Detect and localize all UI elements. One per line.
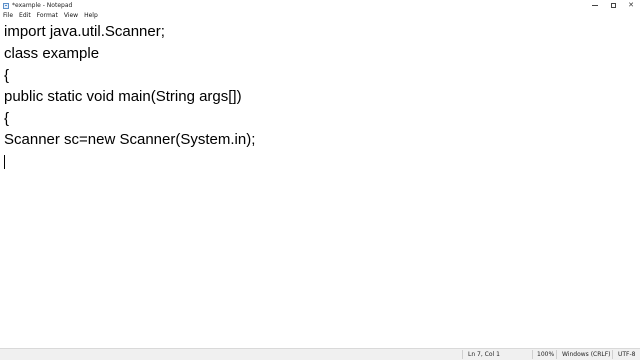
editor-line-4: public static void main(String args[]) [4,88,242,105]
notepad-icon [3,2,9,9]
editor-line-1: import java.util.Scanner; [4,23,165,40]
status-separator [556,350,557,359]
menu-bar: File Edit Format View Help [0,11,640,21]
status-line-ending: Windows (CRLF) [562,351,611,358]
editor-line-6: Scanner sc=new Scanner(System.in); [4,131,256,148]
window-controls: ✕ [586,0,640,11]
status-encoding: UTF-8 [618,351,636,358]
text-caret [4,155,5,169]
text-editor[interactable]: import java.util.Scanner; class example … [0,22,640,348]
editor-line-5: { [4,110,10,127]
status-separator [532,350,533,359]
title-bar[interactable]: *example - Notepad ✕ [0,0,640,11]
status-zoom: 100% [537,351,555,358]
notepad-window: *example - Notepad ✕ File Edit Format Vi… [0,0,640,360]
minimize-icon [592,5,598,6]
maximize-icon [610,3,616,8]
editor-line-3: { [4,67,10,84]
maximize-button[interactable] [604,0,622,11]
close-button[interactable]: ✕ [622,0,640,11]
minimize-button[interactable] [586,0,604,11]
editor-line-2: class example [4,45,100,62]
status-separator [612,350,613,359]
status-separator [462,350,463,359]
menu-view[interactable]: View [61,11,81,21]
status-bar: Ln 7, Col 1 100% Windows (CRLF) UTF-8 [0,348,640,360]
status-position: Ln 7, Col 1 [468,351,500,358]
menu-edit[interactable]: Edit [16,11,34,21]
close-icon: ✕ [628,1,634,9]
menu-help[interactable]: Help [81,11,101,21]
window-title: *example - Notepad [12,2,73,9]
menu-file[interactable]: File [0,11,16,21]
menu-format[interactable]: Format [34,11,61,21]
